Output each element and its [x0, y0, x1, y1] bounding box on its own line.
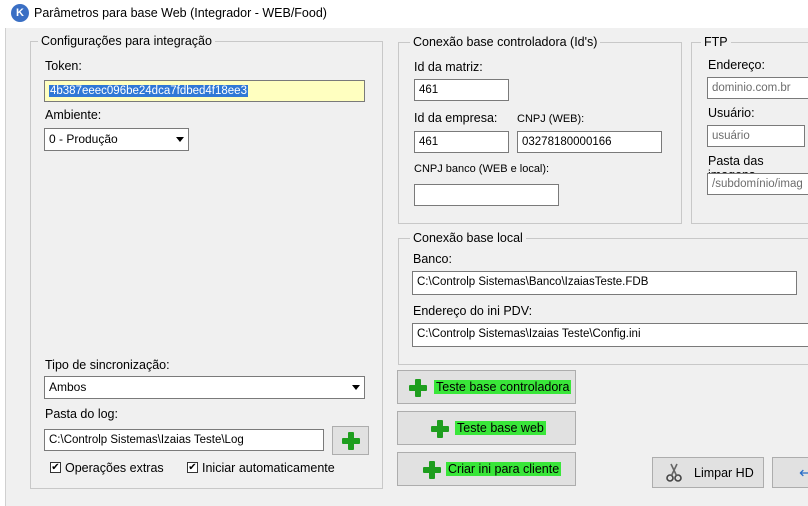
plus-icon — [341, 431, 361, 451]
cnpj-banco-field[interactable] — [414, 184, 559, 206]
ini-pdv-field[interactable]: C:\Controlp Sistemas\Izaias Teste\Config… — [412, 323, 808, 347]
pasta-log-field[interactable]: C:\Controlp Sistemas\Izaias Teste\Log — [44, 429, 324, 451]
operacoes-extras-checkbox[interactable]: ✔ — [50, 462, 61, 473]
usuario-label: Usuário: — [708, 106, 755, 120]
id-empresa-field[interactable]: 461 — [414, 131, 509, 153]
token-field[interactable]: 4b387eeec096be24dca7fdbed4f18ee3 — [44, 80, 365, 102]
chevron-down-icon — [176, 137, 184, 142]
window-title: Parâmetros para base Web (Integrador - W… — [34, 6, 327, 20]
id-matriz-field[interactable]: 461 — [414, 79, 509, 101]
cnpj-banco-label: CNPJ banco (WEB e local): — [414, 163, 550, 175]
pasta-imagens-placeholder: /subdomínio/imag — [712, 178, 803, 190]
iniciar-auto-label: Iniciar automaticamente — [202, 461, 335, 475]
tipo-sync-value: Ambos — [49, 380, 87, 394]
pasta-log-value: C:\Controlp Sistemas\Izaias Teste\Log — [49, 434, 244, 446]
banco-label: Banco: — [413, 252, 452, 266]
id-matriz-value: 461 — [419, 84, 439, 96]
pasta-imagens-field[interactable]: /subdomínio/imag — [707, 173, 808, 195]
banco-value: C:\Controlp Sistemas\Banco\IzaiasTeste.F… — [417, 276, 649, 288]
teste-web-button[interactable]: Teste base web — [397, 411, 576, 445]
background-window-edge — [0, 0, 6, 506]
local-legend: Conexão base local — [410, 231, 526, 245]
criar-ini-button[interactable]: Criar ini para cliente — [397, 452, 576, 486]
id-matriz-label: Id da matriz: — [414, 60, 483, 74]
usuario-field[interactable]: usuário — [707, 125, 805, 147]
cnpj-web-field[interactable]: 03278180000166 — [517, 131, 662, 153]
plus-icon — [430, 419, 450, 439]
teste-controladora-button[interactable]: Teste base controladora — [397, 370, 576, 404]
app-icon: K — [11, 4, 29, 22]
ftp-legend: FTP — [701, 35, 731, 49]
id-empresa-label: Id da empresa: — [414, 111, 498, 125]
banco-field[interactable]: C:\Controlp Sistemas\Banco\IzaiasTeste.F… — [412, 271, 797, 295]
usuario-placeholder: usuário — [712, 130, 750, 142]
ambiente-value: 0 - Produção — [49, 132, 118, 146]
controladora-legend: Conexão base controladora (Id's) — [410, 35, 601, 49]
scissors-icon — [666, 463, 682, 482]
id-empresa-value: 461 — [419, 136, 439, 148]
teste-web-label: Teste base web — [455, 421, 546, 435]
ini-pdv-label: Endereço do ini PDV: — [413, 304, 533, 318]
plus-icon — [408, 378, 428, 398]
plus-icon — [422, 460, 442, 480]
pasta-log-label: Pasta do log: — [45, 407, 118, 421]
partial-button[interactable]: ↩ — [772, 457, 808, 488]
ambiente-label: Ambiente: — [45, 108, 102, 122]
criar-ini-label: Criar ini para cliente — [446, 462, 562, 476]
ambiente-select[interactable]: 0 - Produção — [44, 128, 189, 151]
tipo-sync-select[interactable]: Ambos — [44, 376, 365, 399]
ini-pdv-value: C:\Controlp Sistemas\Izaias Teste\Config… — [417, 328, 641, 340]
endereco-field[interactable]: dominio.com.br — [707, 77, 808, 99]
arrow-icon: ↩ — [799, 465, 808, 482]
integracao-legend: Configurações para integração — [38, 34, 215, 48]
pasta-log-button[interactable] — [332, 426, 369, 455]
operacoes-extras-label: Operações extras — [65, 461, 164, 475]
teste-controladora-label: Teste base controladora — [434, 380, 572, 394]
token-label: Token: — [45, 59, 82, 73]
endereco-placeholder: dominio.com.br — [712, 82, 791, 94]
token-value: 4b387eeec096be24dca7fdbed4f18ee3 — [49, 85, 248, 97]
cnpj-web-value: 03278180000166 — [522, 136, 612, 148]
limpar-hd-label: Limpar HD — [694, 466, 754, 480]
cnpj-web-label: CNPJ (WEB): — [517, 113, 585, 125]
iniciar-auto-checkbox[interactable]: ✔ — [187, 462, 198, 473]
endereco-label: Endereço: — [708, 58, 765, 72]
tipo-sync-label: Tipo de sincronização: — [45, 358, 170, 372]
limpar-hd-button[interactable]: Limpar HD — [652, 457, 764, 488]
chevron-down-icon — [352, 385, 360, 390]
